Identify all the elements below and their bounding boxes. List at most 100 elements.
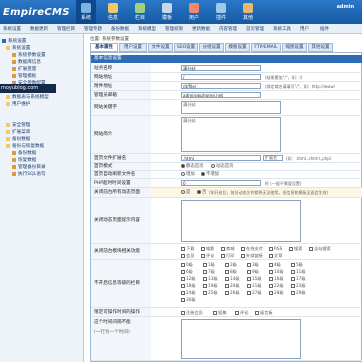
nav-column[interactable]: 栏目 [130, 0, 150, 24]
check-article[interactable]: 文章 [269, 253, 282, 259]
level-checkbox[interactable]: 3级 [247, 262, 259, 268]
radio-static[interactable]: 静态首页 [181, 163, 204, 171]
sidebar-item[interactable]: 系统参数设置 [12, 52, 46, 59]
level-checkbox[interactable]: 11级 [291, 269, 306, 275]
check-pay[interactable]: 在线支付 [241, 246, 263, 252]
level-checkbox[interactable]: 4级 [269, 262, 281, 268]
check-submit[interactable]: 投稿 [213, 308, 226, 317]
level-checkbox[interactable]: 7级 [203, 269, 215, 275]
attach-url-input[interactable]: /d/file/ [181, 83, 261, 89]
nav-system[interactable]: 系统 [76, 0, 96, 24]
subnav-item[interactable]: 更新数据 [192, 26, 210, 32]
subnav-item[interactable]: 内容管理 [219, 26, 237, 32]
level-checkbox[interactable]: 14级 [225, 276, 240, 282]
subnav-item[interactable]: 管理专题 [84, 26, 102, 32]
radio-close-yes[interactable]: 是 [181, 188, 190, 198]
level-checkbox[interactable]: 16级 [269, 276, 284, 282]
radio-add[interactable]: 增加 [181, 171, 195, 179]
subnav-item[interactable]: 首页管理 [246, 26, 264, 32]
nav-user[interactable]: 用户 [184, 0, 204, 24]
level-checkbox[interactable]: 29级 [291, 290, 306, 296]
level-checkbox[interactable]: 23级 [291, 283, 306, 289]
subnav-item[interactable]: 管理权限 [165, 26, 183, 32]
index-ext-select[interactable]: 扩展名 [263, 155, 283, 161]
subnav-item[interactable]: 系统设置 [3, 26, 21, 32]
level-checkbox[interactable]: 12级 [181, 276, 196, 282]
level-checkbox[interactable]: 18级 [181, 283, 196, 289]
tab-thumb[interactable]: 缩图设置 [282, 43, 307, 52]
tab-template[interactable]: 模板设置 [225, 43, 250, 52]
index-ext-input[interactable]: .html [181, 155, 261, 161]
close-reason-textarea[interactable] [181, 200, 301, 242]
sidebar-item[interactable]: 管理备份目录 [12, 164, 46, 171]
sidebar-item[interactable]: 系统设置 [2, 38, 26, 45]
sidebar-item[interactable]: 备份数据 [6, 136, 30, 143]
level-checkbox[interactable]: 2级 [225, 262, 237, 268]
level-checkbox[interactable]: 28级 [269, 290, 284, 296]
radio-dynamic[interactable]: 动态首页 [211, 163, 234, 171]
nav-other[interactable]: 其他 [238, 0, 258, 24]
tab-user[interactable]: 用户设置 [119, 43, 147, 52]
tab-seo[interactable]: SEO设置 [174, 43, 198, 52]
level-checkbox[interactable]: 15级 [247, 276, 262, 282]
nav-info[interactable]: 信息 [103, 0, 123, 24]
site-name-input[interactable]: 满分站 [181, 65, 261, 71]
sidebar-item[interactable]: 数据表与系统模型 [6, 94, 49, 101]
sidebar-item[interactable]: 执行SQL语句 [12, 171, 45, 178]
sidebar-item[interactable]: 恢复数据 [12, 157, 36, 164]
check-member[interactable]: 会员 [181, 253, 194, 259]
sidebar-item[interactable]: 用户维护 [6, 101, 30, 108]
level-checkbox[interactable]: 21级 [247, 283, 262, 289]
level-checkbox[interactable]: 5级 [291, 262, 303, 268]
check-guestbook[interactable]: 留言板 [255, 308, 273, 317]
level-checkbox[interactable]: 6级 [181, 269, 193, 275]
check-link[interactable]: 外部链接 [241, 253, 263, 259]
sidebar-item[interactable]: 备份数据 [12, 150, 36, 157]
tab-ftp[interactable]: FTP/EMAIL [251, 43, 281, 52]
subnav-item[interactable]: 数据更新 [30, 26, 48, 32]
level-checkbox[interactable]: 10级 [269, 269, 284, 275]
level-checkbox[interactable]: 30级 [181, 297, 196, 303]
check-comment[interactable]: 评论 [201, 253, 214, 259]
check-print[interactable]: 打印 [221, 253, 234, 259]
site-url-input[interactable]: / [181, 74, 261, 80]
level-checkbox[interactable]: 20级 [225, 283, 240, 289]
subnav-item[interactable]: 系统模型 [138, 26, 156, 32]
tab-other[interactable]: 其他设置 [308, 43, 333, 52]
nav-template[interactable]: 模板 [157, 0, 177, 24]
level-checkbox[interactable]: 17级 [291, 276, 306, 282]
subnav-item[interactable]: 用户 [300, 26, 309, 32]
radio-close-no[interactable]: 否 [197, 188, 206, 198]
intro-textarea[interactable]: 满分站 [181, 117, 281, 152]
check-search[interactable]: 搜索 [289, 246, 302, 252]
check-movie[interactable]: 电影 [201, 246, 214, 252]
sidebar-item[interactable]: 系统设置 [6, 45, 30, 52]
level-checkbox[interactable]: 26级 [225, 290, 240, 296]
tab-file[interactable]: 文件设置 [148, 43, 173, 52]
admin-name[interactable]: admin [337, 4, 354, 10]
level-checkbox[interactable]: 1级 [203, 262, 215, 268]
sidebar-item[interactable]: 数据库信息 [12, 59, 41, 66]
check-register[interactable]: 注册会员 [181, 308, 203, 317]
keywords-textarea[interactable]: 满分站 [181, 101, 281, 114]
level-checkbox[interactable]: 19级 [203, 283, 218, 289]
level-checkbox[interactable]: 25级 [203, 290, 218, 296]
level-checkbox[interactable]: 27级 [247, 290, 262, 296]
nav-plugin[interactable]: 插件 [211, 0, 231, 24]
level-checkbox[interactable]: 0级 [181, 262, 193, 268]
tab-group[interactable]: 分组设置 [199, 43, 224, 52]
subnav-item[interactable]: 系统工具 [273, 26, 291, 32]
php-timeout-input[interactable]: 0 [181, 180, 261, 186]
subnav-item[interactable]: 插件 [320, 26, 329, 32]
sidebar-item[interactable]: 备份与恢复数据 [6, 143, 44, 150]
level-checkbox[interactable]: 13级 [203, 276, 218, 282]
sidebar-item[interactable]: 扩展菜单 [6, 129, 30, 136]
check-fullsearch[interactable]: 全站搜索 [309, 246, 331, 252]
tab-basic[interactable]: 基本属性 [90, 43, 118, 52]
check-comment-time[interactable]: 评论 [235, 308, 248, 317]
sidebar-item[interactable]: 管理模板 [12, 73, 36, 80]
subnav-item[interactable]: 备份数据 [111, 26, 129, 32]
timelimit-textarea[interactable] [181, 319, 301, 359]
check-rss[interactable]: RSS [269, 246, 282, 251]
level-checkbox[interactable]: 24级 [181, 290, 196, 296]
